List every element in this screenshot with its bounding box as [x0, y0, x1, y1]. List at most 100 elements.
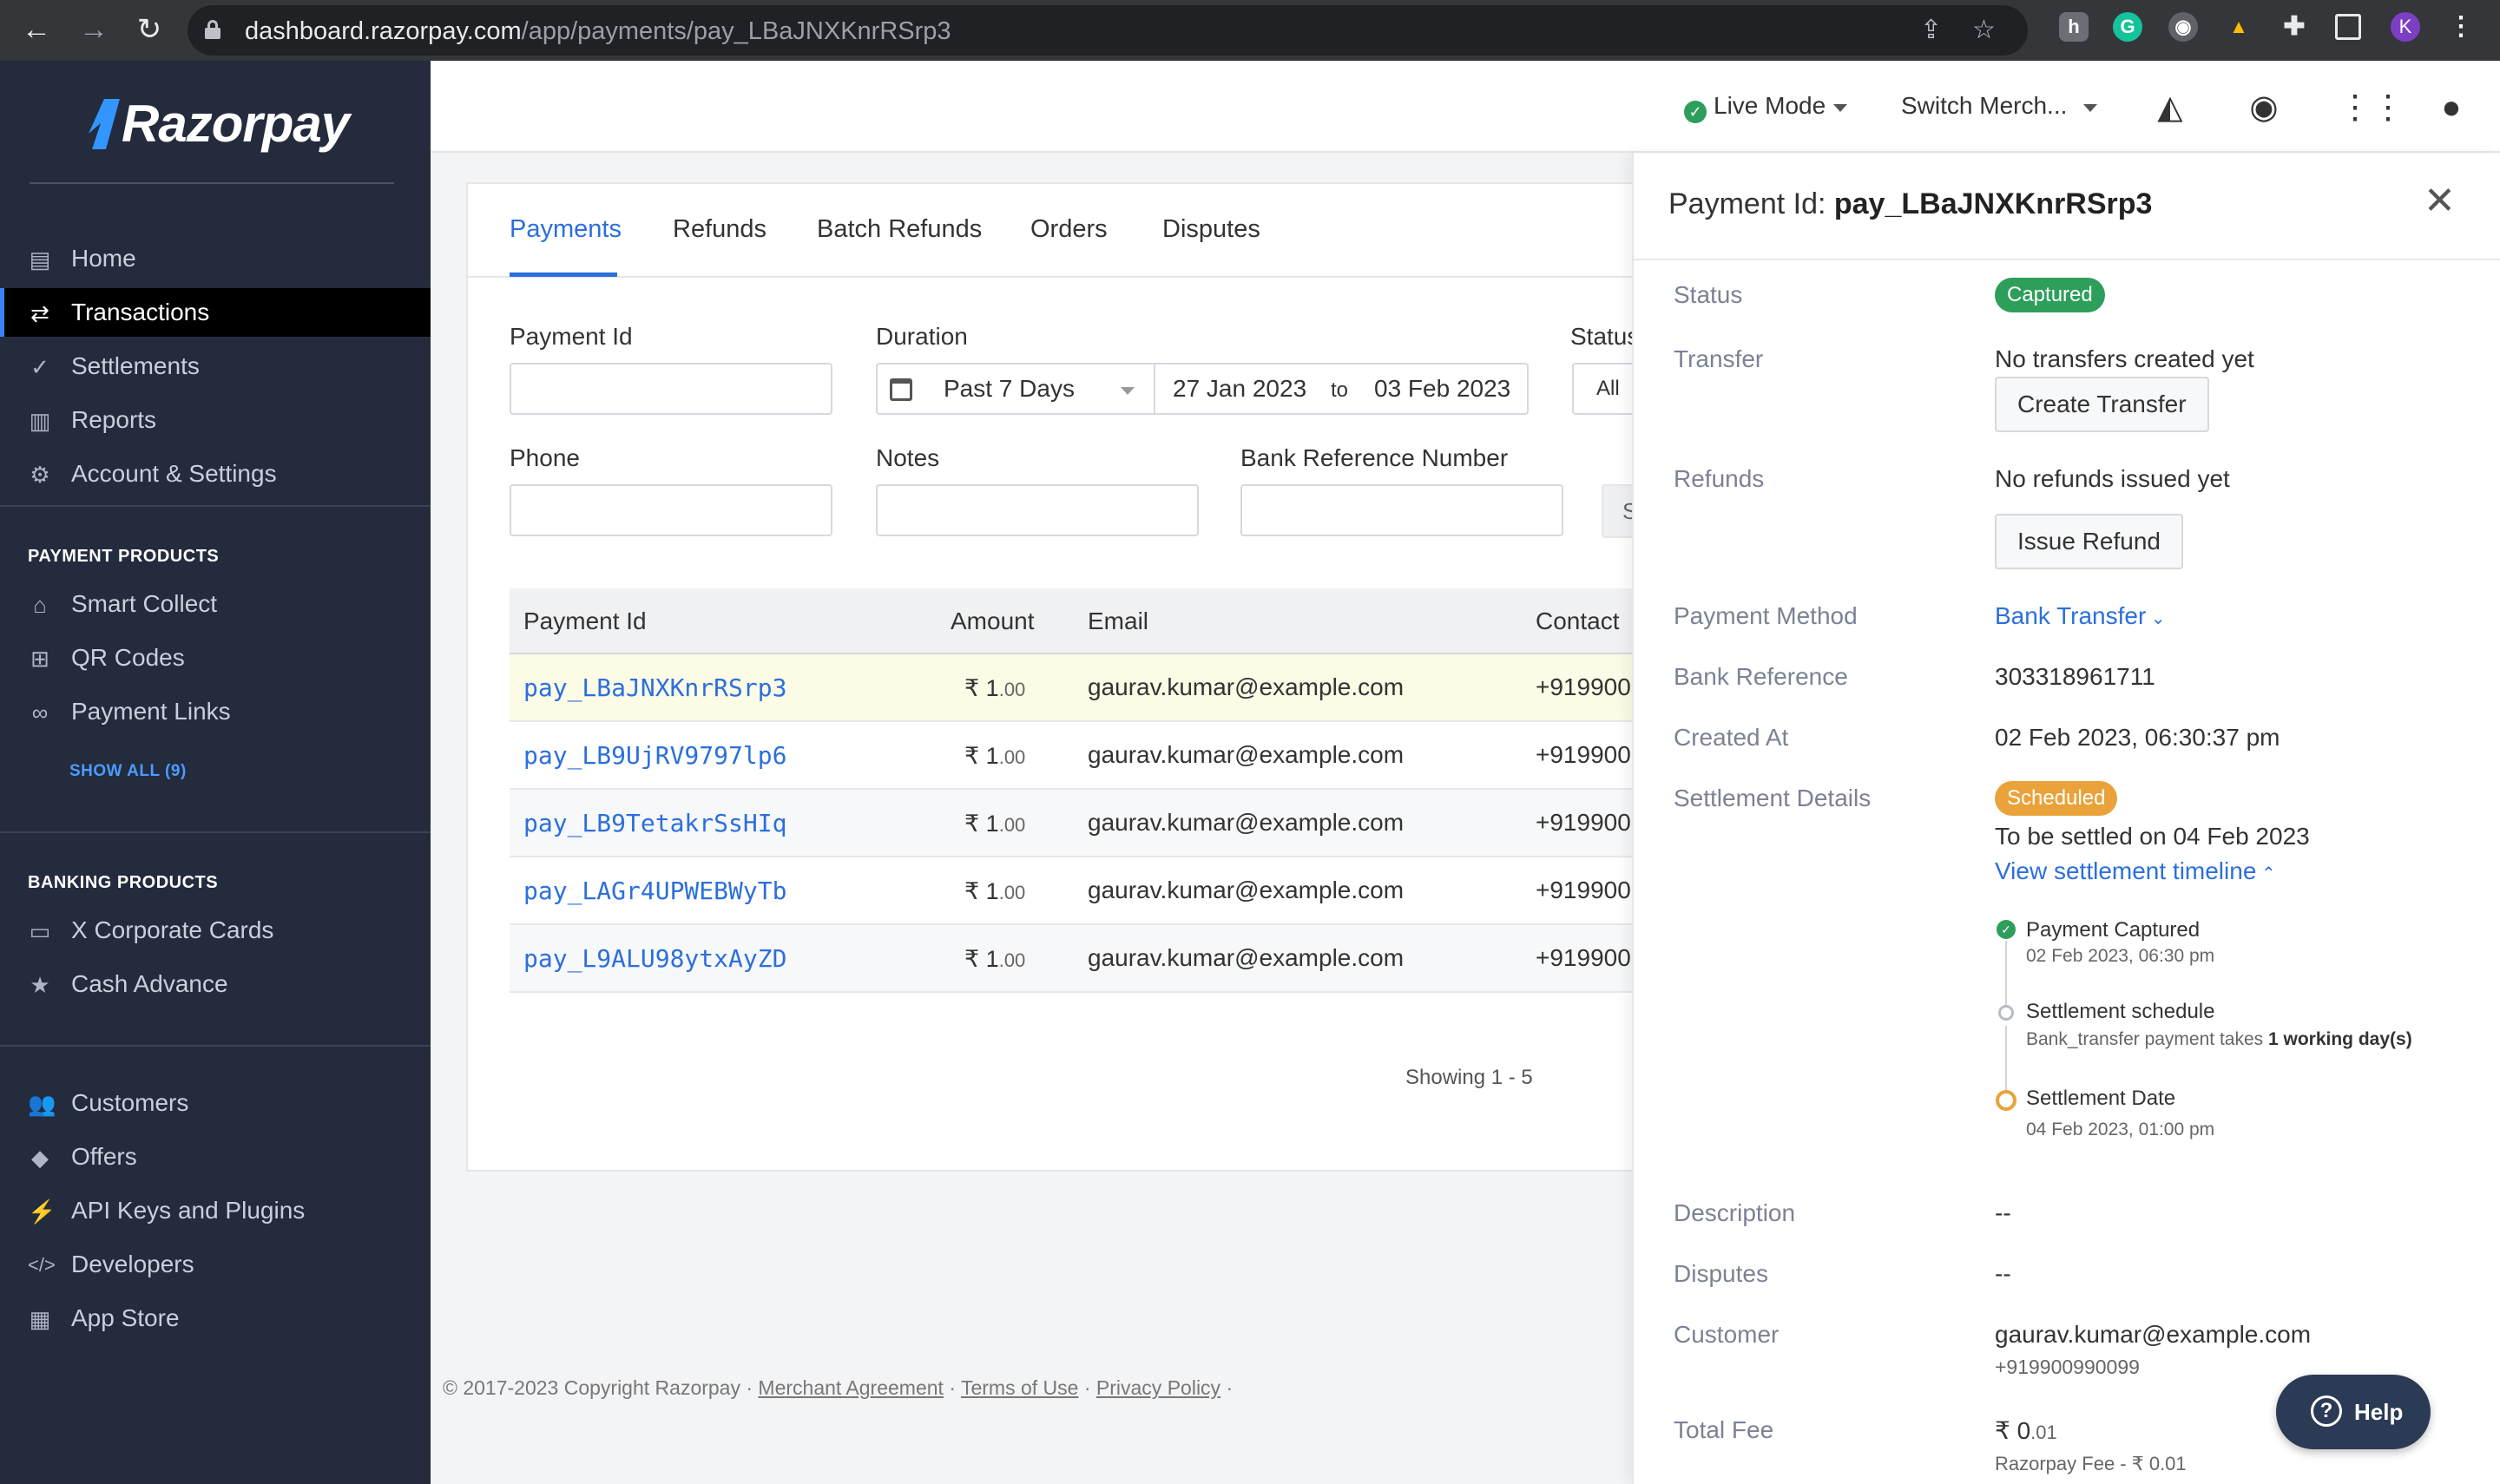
settlements-icon: ✓ — [30, 354, 49, 380]
reload-icon[interactable]: ↻ — [130, 10, 168, 49]
sidebar: Razorpay ▤ Home ⇄ Transactions ✓ Settlement… — [0, 61, 431, 1484]
footer-separator: · — [943, 1376, 961, 1399]
lens-extension-icon[interactable]: ◉ — [2168, 12, 2198, 42]
sidebar-item-reports[interactable]: ▥ Reports — [0, 396, 431, 444]
timeline-captured-title: Payment Captured — [2026, 918, 2201, 942]
phone-label: Phone — [510, 444, 580, 471]
bookmark-star-icon[interactable]: ☆ — [1972, 17, 1996, 43]
tab-refunds[interactable]: Refunds — [673, 215, 766, 244]
help-button[interactable]: ? Help — [2276, 1375, 2431, 1449]
footer-separator: · — [1078, 1376, 1096, 1399]
tab-orders[interactable]: Orders — [1030, 215, 1108, 244]
grammarly-extension-icon[interactable]: G — [2113, 12, 2142, 42]
sidebar-item-customers[interactable]: 👥 Customers — [0, 1079, 431, 1127]
timeline-connector — [2005, 941, 2007, 1010]
sidebar-item-corporate-cards[interactable]: ▭ X Corporate Cards — [0, 906, 431, 955]
razorpay-logo[interactable]: Razorpay — [122, 94, 350, 154]
payment-method-dropdown[interactable]: Bank Transfer ⌄ — [1995, 602, 2166, 630]
sidebar-item-api-keys[interactable]: ⚡ API Keys and Plugins — [0, 1186, 431, 1235]
active-tab-indicator — [510, 273, 617, 277]
customers-icon: 👥 — [28, 1091, 56, 1117]
qr-icon: ⊞ — [30, 646, 49, 672]
duration-select[interactable]: Past 7 Days — [944, 375, 1075, 403]
panel-header: Payment Id: pay_LBaJNXKnrRSrp3 ✕ — [1634, 153, 2500, 260]
duration-picker[interactable]: Past 7 Days 27 Jan 2023 to 03 Feb 2023 — [876, 363, 1529, 415]
apps-grid-icon[interactable]: ⋮⋮ — [2339, 89, 2405, 127]
merchant-agreement-link[interactable]: Merchant Agreement — [758, 1376, 944, 1399]
sidebar-divider — [0, 1045, 431, 1047]
tab-payments[interactable]: Payments — [510, 215, 622, 244]
chevron-up-icon: ⌃ — [2256, 864, 2276, 883]
phone-input[interactable] — [510, 484, 832, 536]
payment-id-link[interactable]: pay_LBaJNXKnrRSrp3 — [523, 673, 786, 702]
announcement-icon[interactable]: ◭ — [2151, 89, 2189, 127]
contact-cell: +919900 — [1536, 944, 1631, 971]
razorpay-fee-breakdown: Razorpay Fee - ₹ 0.01 — [1995, 1453, 2187, 1474]
profile-avatar[interactable]: K — [2391, 12, 2420, 42]
sidebar-divider — [0, 505, 431, 507]
status-label: Status — [1674, 281, 1743, 308]
payment-id-link[interactable]: pay_LB9UjRV9797lp6 — [523, 741, 786, 770]
honey-extension-icon[interactable]: h — [2059, 12, 2089, 42]
sidebar-item-cash-advance[interactable]: ★ Cash Advance — [0, 960, 431, 1008]
drive-extension-icon[interactable]: ▲ — [2224, 12, 2253, 42]
payment-id-link[interactable]: pay_LB9TetakrSsHIq — [523, 809, 786, 837]
back-arrow-icon[interactable]: ← — [17, 10, 56, 49]
sidebar-item-app-store[interactable]: ▦ App Store — [0, 1294, 431, 1343]
share-icon[interactable]: ⇪ — [1920, 17, 1942, 43]
forward-arrow-icon[interactable]: → — [75, 10, 113, 49]
payment-id-link[interactable]: pay_L9ALU98ytxAyZD — [523, 944, 786, 973]
code-icon: </> — [28, 1254, 56, 1276]
tab-batch-refunds[interactable]: Batch Refunds — [817, 215, 982, 244]
sidebar-item-transactions[interactable]: ⇄ Transactions — [0, 288, 431, 337]
top-header: ✓ Live Mode Switch Merch... ◭ ◉ ⋮⋮ ● — [431, 61, 2500, 153]
sidebar-item-smart-collect[interactable]: ⌂ Smart Collect — [0, 580, 431, 628]
side-panel-icon[interactable] — [2335, 14, 2361, 40]
created-at-label: Created At — [1674, 724, 1789, 751]
terms-link[interactable]: Terms of Use — [961, 1376, 1078, 1399]
browser-menu-icon[interactable]: ⋮ — [2446, 12, 2476, 42]
tab-disputes[interactable]: Disputes — [1162, 215, 1260, 244]
copyright-text: © 2017-2023 Copyright Razorpay · — [443, 1376, 759, 1399]
sidebar-item-qr-codes[interactable]: ⊞ QR Codes — [0, 634, 431, 682]
live-mode-dropdown[interactable]: Live Mode — [1714, 92, 1826, 120]
refunds-value: No refunds issued yet — [1995, 465, 2230, 492]
contact-cell: +919900 — [1536, 809, 1631, 836]
lock-icon — [205, 20, 220, 39]
address-bar[interactable]: dashboard.razorpay.com/app/payments/pay_… — [188, 5, 2028, 56]
payment-id-input[interactable] — [510, 363, 832, 415]
chevron-down-icon — [1121, 387, 1135, 395]
privacy-policy-link[interactable]: Privacy Policy — [1096, 1376, 1220, 1399]
extensions-puzzle-icon[interactable]: ✚ — [2280, 12, 2309, 42]
gear-icon: ⚙ — [30, 462, 50, 488]
sidebar-item-home[interactable]: ▤ Home — [0, 234, 431, 283]
issue-refund-button[interactable]: Issue Refund — [1995, 514, 2183, 569]
amount-cell: ₹ 1.00 — [964, 946, 1026, 972]
notes-input[interactable] — [876, 484, 1199, 536]
to-date[interactable]: 03 Feb 2023 — [1374, 375, 1510, 403]
status-select-value: All — [1596, 377, 1620, 400]
sidebar-item-settlements[interactable]: ✓ Settlements — [0, 342, 431, 391]
payment-products-title: PAYMENT PRODUCTS — [28, 547, 220, 566]
sidebar-item-developers[interactable]: </> Developers — [0, 1240, 431, 1289]
user-account-icon[interactable]: ● — [2432, 89, 2470, 127]
sidebar-item-offers[interactable]: ◆ Offers — [0, 1133, 431, 1181]
disputes-label: Disputes — [1674, 1260, 1768, 1287]
payment-method-label: Payment Method — [1674, 602, 1858, 629]
duration-separator — [1154, 364, 1155, 413]
bank-reference-input[interactable] — [1240, 484, 1563, 536]
show-all-link[interactable]: SHOW ALL (9) — [69, 762, 187, 781]
activity-pulse-icon[interactable]: ◉ — [2245, 89, 2283, 127]
view-settlement-timeline-link[interactable]: View settlement timeline ⌃ — [1995, 857, 2276, 885]
payment-id-link[interactable]: pay_LAGr4UPWEBWyTb — [523, 877, 786, 905]
apps-icon: ▦ — [29, 1306, 51, 1332]
panel-title: Payment Id: pay_LBaJNXKnrRSrp3 — [1668, 187, 2153, 220]
bank-reference-label: Bank Reference — [1674, 663, 1848, 690]
from-date[interactable]: 27 Jan 2023 — [1173, 375, 1306, 403]
switch-merchant-dropdown[interactable]: Switch Merch... — [1901, 92, 2067, 120]
payment-id-label: Payment Id — [510, 323, 633, 350]
close-icon[interactable]: ✕ — [2424, 182, 2456, 220]
sidebar-item-payment-links[interactable]: ∞ Payment Links — [0, 687, 431, 736]
sidebar-item-account-settings[interactable]: ⚙ Account & Settings — [0, 450, 431, 498]
create-transfer-button[interactable]: Create Transfer — [1995, 377, 2209, 432]
